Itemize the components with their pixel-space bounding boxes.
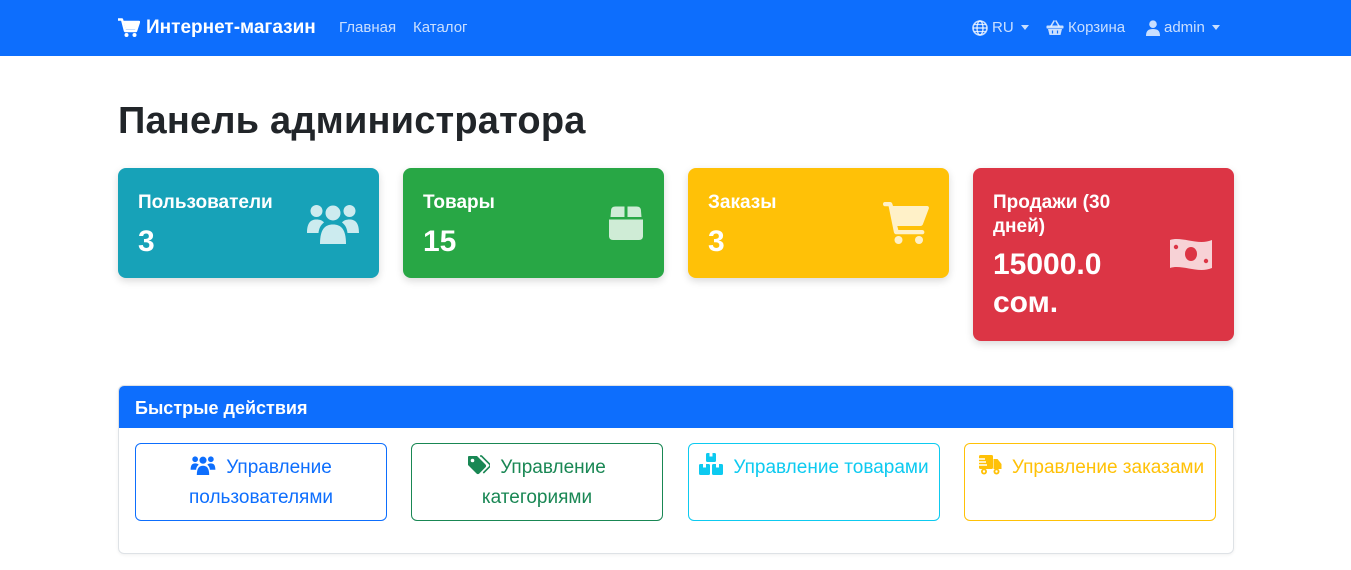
stat-value: 3 [708,225,725,258]
quick-actions-card: Быстрые действия Управление пользователя… [118,385,1234,554]
user-icon [1146,19,1160,36]
stat-value: 15 [423,225,457,258]
money-icon [1170,239,1212,270]
boxes-icon [699,453,724,475]
brand-link[interactable]: Интернет-магазин [118,16,316,40]
cart-link[interactable]: Корзина [1046,19,1125,36]
manage-categories-label: Управление категориями [481,457,606,508]
cart-icon [883,202,929,244]
page-title: Панель администратора [118,100,586,142]
quick-actions-title: Быстрые действия [119,386,1233,428]
users-icon [190,456,216,475]
stat-label: Заказы [708,192,777,213]
user-dropdown[interactable]: admin [1146,19,1220,36]
chevron-down-icon [1020,25,1029,30]
language-label: RU [992,19,1014,36]
language-dropdown[interactable]: RU [972,19,1029,36]
stat-card-products: Товары 15 [403,168,664,278]
truck-icon [975,455,1002,475]
nav-link-catalog[interactable]: Каталог [413,19,468,36]
stat-value: 15000.0 сом. [993,248,1102,319]
top-navbar: Интернет-магазин Главная Каталог RU Корз… [0,0,1351,56]
globe-icon [972,19,988,36]
manage-users-button[interactable]: Управление пользователями [135,443,387,521]
manage-products-label: Управление товарами [733,457,929,478]
box-icon [609,206,643,240]
stat-card-orders: Заказы 3 [688,168,949,278]
cart-label: Корзина [1068,19,1126,36]
chevron-down-icon [1211,25,1220,30]
user-label: admin [1164,19,1205,36]
tags-icon [468,455,492,475]
shopping-basket-icon [1046,19,1064,35]
brand-label: Интернет-магазин [146,17,316,38]
stat-label: Пользователи [138,192,273,213]
shopping-cart-icon [118,18,140,37]
stat-value: 3 [138,225,155,258]
manage-products-button[interactable]: Управление товарами [688,443,940,521]
users-icon [307,205,359,244]
nav-link-home[interactable]: Главная [339,19,396,36]
stat-card-users: Пользователи 3 [118,168,379,278]
manage-orders-label: Управление заказами [1011,457,1205,478]
manage-categories-button[interactable]: Управление категориями [411,443,663,521]
stat-label: Товары [423,192,495,213]
manage-orders-button[interactable]: Управление заказами [964,443,1216,521]
stat-card-sales: Продажи (30 дней) 15000.0 сом. [973,168,1234,341]
stat-label: Продажи (30 дней) [993,192,1111,237]
